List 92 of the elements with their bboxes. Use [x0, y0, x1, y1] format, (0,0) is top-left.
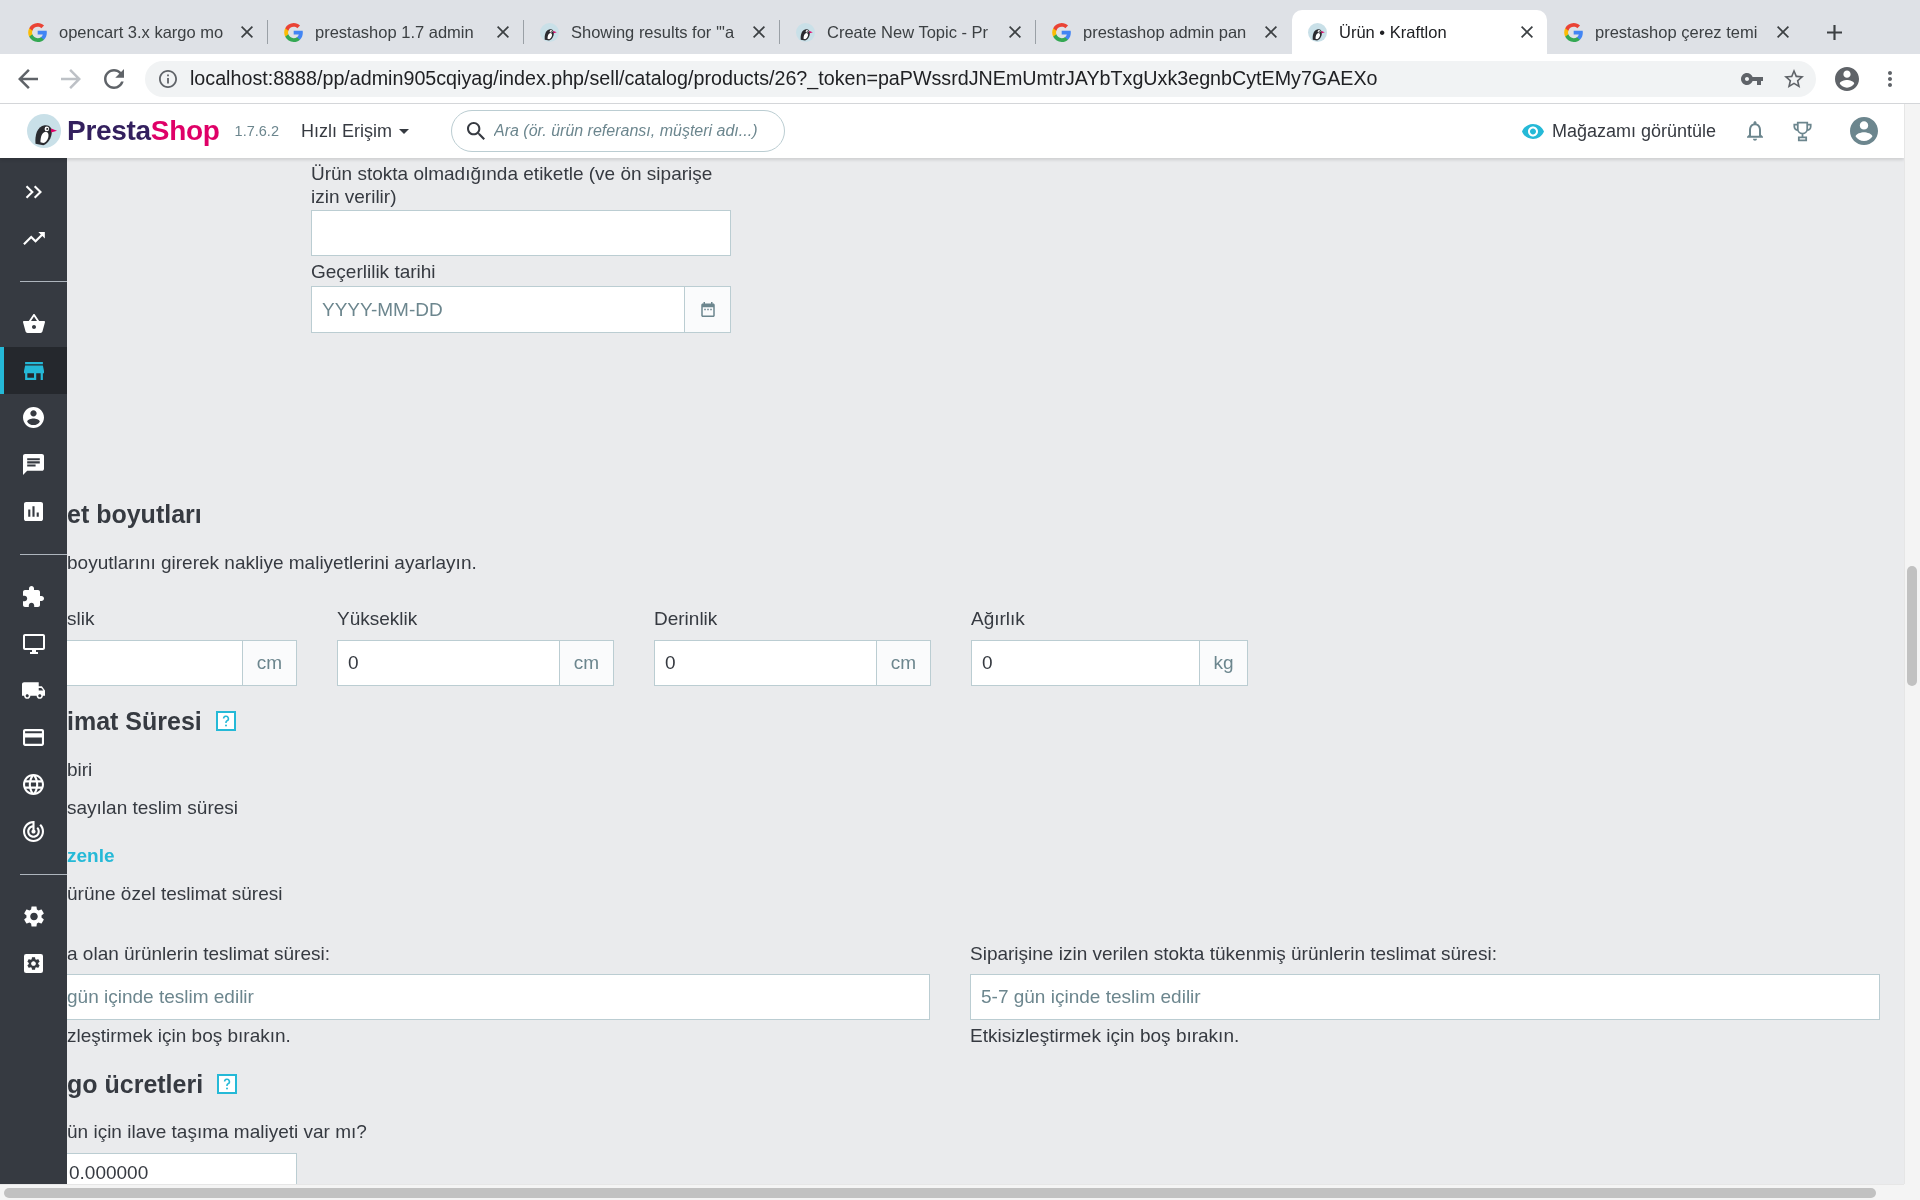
bird-icon [540, 22, 559, 42]
close-icon[interactable] [1009, 26, 1021, 38]
dimension-input[interactable]: 0 [971, 640, 1199, 686]
chat-icon [23, 454, 44, 475]
dimension-input[interactable]: 0 [337, 640, 559, 686]
browser-tab[interactable]: Showing results for '"a [524, 10, 779, 54]
truck-icon [22, 682, 45, 699]
section-title: imat Süresi [67, 706, 202, 737]
option-label: ürüne özel teslimat süresi [67, 882, 284, 906]
field-label: Geçerlilik tarihi [311, 260, 437, 284]
close-icon[interactable] [1521, 26, 1533, 38]
text-input[interactable]: gün içinde teslim edilir [67, 974, 930, 1020]
info-icon[interactable] [159, 69, 177, 88]
user-icon [23, 407, 44, 428]
bar-chart-icon [24, 502, 43, 521]
text-input[interactable] [311, 210, 731, 256]
field-label: Siparişine izin verilen stokta tükenmiş ürünlerin teslimat süresi: [970, 942, 1498, 966]
dimension-input[interactable] [67, 640, 242, 686]
browser-tab[interactable]: prestashop admin pan [1036, 10, 1291, 54]
store-icon [23, 361, 44, 380]
key-icon[interactable] [1741, 72, 1763, 85]
scrollbar-thumb[interactable] [4, 1188, 1876, 1198]
address-bar[interactable]: localhost:8888/pp/admin905cqiyag/index.php/sell/catalog/products/26?_token=paPWssrdJNEmUmtrJAYbTxgUxk3egnbCytEMy7GAEXo [145, 60, 1816, 97]
bird-icon [796, 22, 815, 42]
field-label: Derinlik [654, 607, 719, 631]
browser-tab[interactable]: opencart 3.x kargo mo [12, 10, 267, 54]
bird-logo-icon [27, 114, 61, 148]
g-logo-icon [1052, 22, 1071, 42]
profile-icon[interactable] [1835, 66, 1859, 91]
radar-icon [23, 821, 44, 842]
globe-icon [23, 774, 44, 795]
star-icon[interactable] [1784, 68, 1804, 88]
menu-icon[interactable] [1888, 70, 1892, 87]
trophy-icon[interactable] [1793, 120, 1812, 142]
quick-access-dropdown[interactable]: Hızlı Erişim [300, 120, 409, 142]
field-label: Ürün stokta olmadığında etiketle (ve ön siparişe izin verilir) [311, 162, 714, 208]
browser-tab[interactable]: prestashop çerez temi [1548, 10, 1803, 54]
trending-up-icon [22, 232, 45, 245]
monitor-icon [22, 633, 45, 654]
fee-input[interactable]: 0.000000 [67, 1153, 297, 1184]
close-icon[interactable] [1777, 26, 1789, 38]
section-title: et boyutları [67, 499, 202, 530]
caret-icon [398, 128, 409, 134]
gear-box-icon [24, 954, 43, 973]
back-arrow-icon[interactable] [18, 68, 38, 89]
search-field[interactable]: Ara (ör. ürün referansı, müşteri adı...) [450, 110, 785, 152]
double-chevron-icon [25, 184, 42, 199]
close-icon[interactable] [1265, 26, 1277, 38]
g-logo-icon [28, 22, 47, 42]
section-title: go ücretleri [67, 1069, 204, 1100]
field-label: Yükseklik [337, 607, 419, 631]
unit-addon: kg [1199, 640, 1248, 686]
field-label: Ağırlık [971, 607, 1026, 631]
close-icon[interactable] [753, 26, 765, 38]
option-label: sayılan teslim süresi [67, 796, 240, 820]
credit-card-icon [23, 729, 44, 746]
calendar-icon [700, 302, 715, 317]
unit-addon: cm [876, 640, 931, 686]
date-input[interactable]: YYYY-MM-DD [311, 286, 684, 333]
calendar-addon[interactable] [684, 286, 731, 333]
sidebar-item[interactable] [0, 347, 67, 394]
scrollbar-thumb[interactable] [1907, 566, 1917, 686]
bird-icon [1308, 22, 1327, 42]
field-hint: Etkisizleştirmek için boş bırakın. [970, 1024, 1241, 1048]
eye-icon [1521, 123, 1544, 139]
unit-addon: cm [559, 640, 614, 686]
close-icon[interactable] [497, 26, 509, 38]
field-hint: zleştirmek için boş bırakın. [67, 1024, 292, 1048]
section-description: boyutlarını girerek nakliye maliyetlerini ayarlayın. [67, 551, 478, 575]
g-logo-icon [1564, 22, 1583, 42]
basket-icon [22, 314, 45, 333]
settings-icon [23, 906, 44, 927]
dimension-input[interactable]: 0 [654, 640, 876, 686]
field-label: ün için ilave taşıma maliyeti var mı? [67, 1120, 368, 1144]
field-label: slik [67, 607, 96, 631]
field-label: a olan ürünlerin teslimat süresi: [67, 942, 331, 966]
view-store-link[interactable]: Mağazamı görüntüle [1521, 120, 1716, 142]
reload-icon[interactable] [104, 68, 124, 89]
plus-icon[interactable] [1827, 24, 1842, 40]
g-logo-icon [284, 22, 303, 42]
text-input[interactable]: 5-7 gün içinde teslim edilir [970, 974, 1880, 1020]
browser-tab[interactable]: Create New Topic - Pr [780, 10, 1035, 54]
avatar-icon[interactable] [1850, 117, 1878, 145]
browser-tab[interactable]: prestashop 1.7 admin [268, 10, 523, 54]
puzzle-icon [23, 586, 44, 607]
bell-icon[interactable] [1747, 121, 1763, 141]
version-label: 1.7.6.2 [234, 123, 279, 139]
browser-tab[interactable]: Ürün • Kraftlon [1292, 10, 1547, 54]
close-icon[interactable] [241, 26, 253, 38]
unit-addon: cm [242, 640, 297, 686]
option-label: biri [67, 758, 94, 782]
search-icon [466, 122, 485, 140]
